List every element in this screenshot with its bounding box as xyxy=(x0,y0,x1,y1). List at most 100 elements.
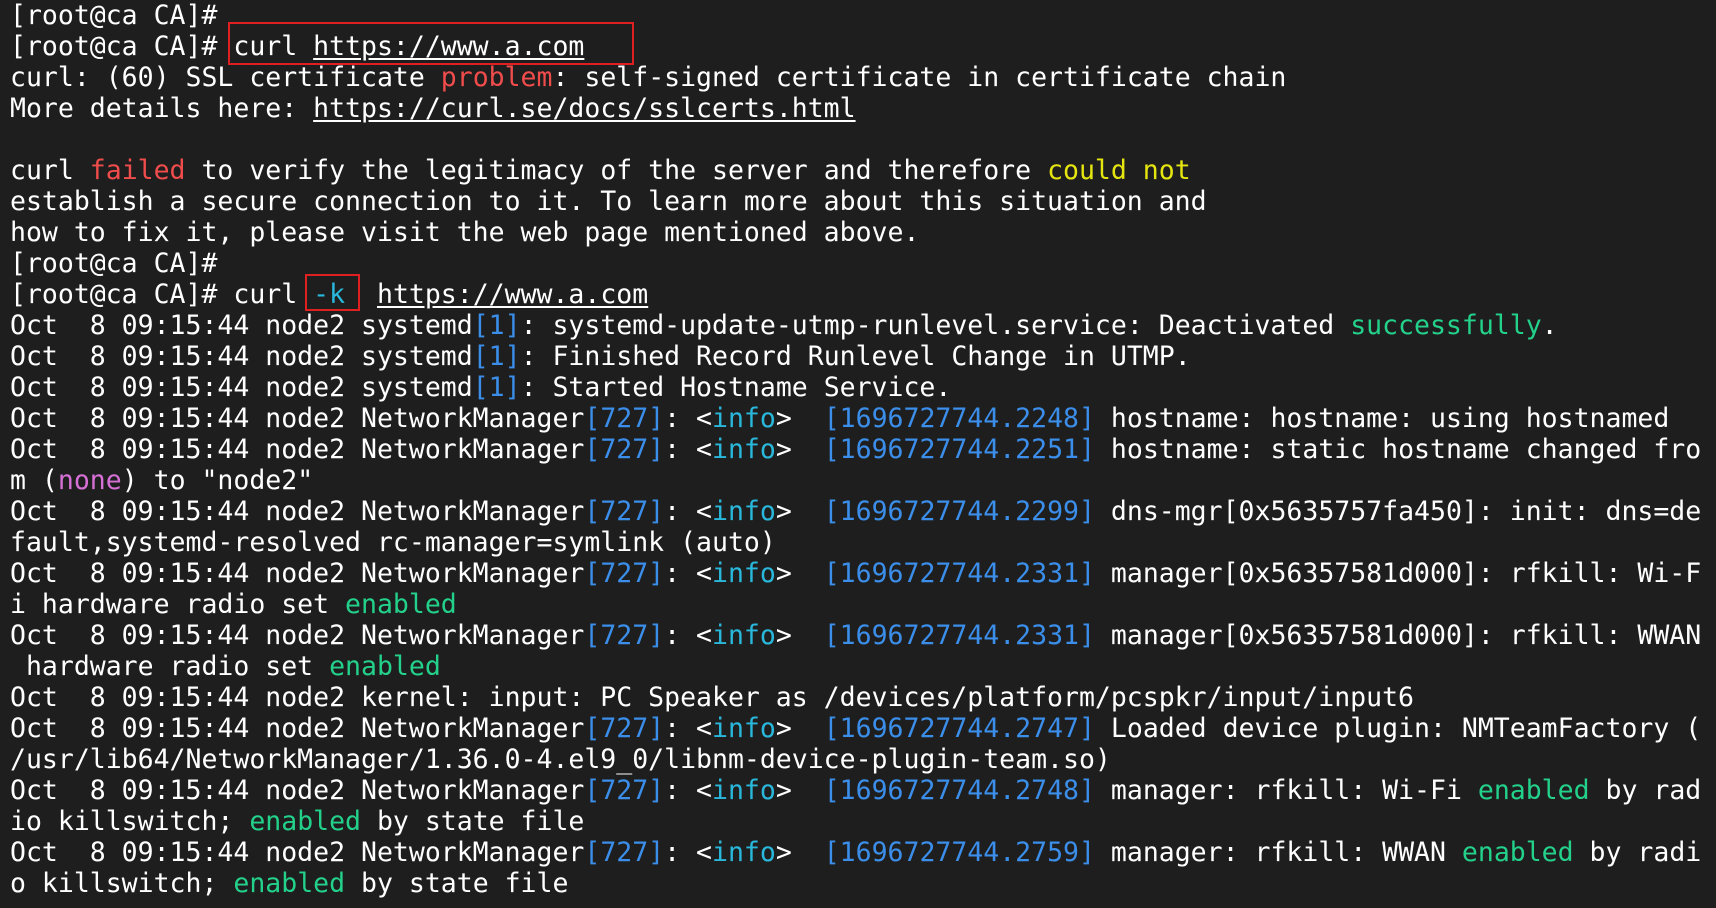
terminal-text-segment: Oct 8 09:15:44 node2 NetworkManager xyxy=(10,620,585,651)
terminal-text-segment: : < xyxy=(664,558,713,589)
terminal-line: io killswitch; enabled by state file xyxy=(10,806,1710,837)
terminal-line: Oct 8 09:15:44 node2 NetworkManager[727]… xyxy=(10,558,1710,589)
terminal-text-segment: to verify the legitimacy of the server a… xyxy=(185,155,1048,186)
terminal-text-segment: [root@ca CA]# curl xyxy=(10,279,314,310)
terminal-line: fault,systemd-resolved rc-manager=symlin… xyxy=(10,527,1710,558)
terminal-text-segment: manager: rfkill: Wi-Fi xyxy=(1094,775,1478,806)
terminal-link[interactable]: https://www.a.com xyxy=(377,279,648,310)
terminal-text-segment: manager[0x56357581d000]: rfkill: Wi-F xyxy=(1094,558,1702,589)
terminal-text-segment: info xyxy=(712,496,776,527)
terminal-text-segment: > xyxy=(775,434,824,465)
terminal-text-segment: [727] xyxy=(584,496,665,527)
terminal-line: Oct 8 09:15:44 node2 NetworkManager[727]… xyxy=(10,713,1710,744)
terminal-text-segment: by state file xyxy=(361,806,585,837)
terminal-line: establish a secure connection to it. To … xyxy=(10,186,1710,217)
terminal-text-segment: Loaded device plugin: NMTeamFactory ( xyxy=(1094,713,1702,744)
terminal-text-segment: none xyxy=(57,465,122,496)
terminal-text-segment: info xyxy=(712,403,776,434)
terminal-text-segment: enabled xyxy=(345,589,457,620)
terminal-line: Oct 8 09:15:44 node2 NetworkManager[727]… xyxy=(10,620,1710,651)
terminal-line: m (none) to "node2" xyxy=(10,465,1710,496)
terminal-text-segment: [727] xyxy=(584,403,665,434)
terminal-text-segment: establish a secure connection to it. To … xyxy=(10,186,1207,217)
terminal-text-segment: info xyxy=(712,558,776,589)
terminal-text-segment: fault,systemd-resolved rc-manager=symlin… xyxy=(10,527,776,558)
terminal-text-segment: [1] xyxy=(472,310,521,341)
terminal-text-segment: [727] xyxy=(584,434,665,465)
terminal-text-segment: curl xyxy=(10,155,90,186)
terminal-text-segment: : < xyxy=(664,713,713,744)
terminal-line: Oct 8 09:15:44 node2 NetworkManager[727]… xyxy=(10,775,1710,806)
highlight-box-k-flag xyxy=(305,274,360,311)
terminal-text-segment: successfully xyxy=(1350,310,1542,341)
terminal-line: Oct 8 09:15:44 node2 NetworkManager[727]… xyxy=(10,837,1710,868)
terminal-text-segment: More details here: xyxy=(10,93,314,124)
terminal-text-segment: : < xyxy=(664,837,713,868)
terminal-text-segment: curl: (60) SSL certificate xyxy=(10,62,441,93)
terminal-line: Oct 8 09:15:44 node2 kernel: input: PC S… xyxy=(10,682,1710,713)
terminal-text-segment: enabled xyxy=(329,651,441,682)
terminal-text-segment: failed xyxy=(89,155,186,186)
terminal-text-segment: [1696727744.2759] xyxy=(823,837,1095,868)
terminal-text-segment: info xyxy=(712,837,776,868)
terminal-text-segment: > xyxy=(775,713,824,744)
terminal-text-segment: : < xyxy=(664,434,713,465)
terminal-text-segment: [1] xyxy=(472,372,521,403)
terminal-text-segment: Oct 8 09:15:44 node2 NetworkManager xyxy=(10,434,585,465)
terminal-text-segment: Oct 8 09:15:44 node2 systemd xyxy=(10,310,473,341)
terminal-text-segment: : < xyxy=(664,496,713,527)
terminal-text-segment: could not xyxy=(1047,155,1191,186)
terminal-text-segment: : Started Hostname Service. xyxy=(520,372,952,403)
terminal-line: /usr/lib64/NetworkManager/1.36.0-4.el9_0… xyxy=(10,744,1710,775)
terminal-text-segment: problem xyxy=(440,62,553,93)
terminal-text-segment: ) to "node2" xyxy=(121,465,314,496)
terminal-text-segment: [root@ca CA]# xyxy=(10,0,218,31)
terminal-text-segment: : Finished Record Runlevel Change in UTM… xyxy=(520,341,1191,372)
terminal-text-segment: [727] xyxy=(584,775,665,806)
terminal-text-segment: manager: rfkill: WWAN xyxy=(1094,837,1462,868)
terminal-text-segment: Oct 8 09:15:44 node2 systemd xyxy=(10,341,473,372)
terminal-text-segment: [1696727744.2747] xyxy=(823,713,1095,744)
terminal-text-segment: by rad xyxy=(1589,775,1702,806)
terminal-text-segment: > xyxy=(775,558,824,589)
terminal-text-segment: . xyxy=(1541,310,1558,341)
terminal-line: Oct 8 09:15:44 node2 systemd[1]: Started… xyxy=(10,372,1710,403)
terminal-line: Oct 8 09:15:44 node2 NetworkManager[727]… xyxy=(10,496,1710,527)
highlight-box-curl-command xyxy=(228,22,634,65)
terminal-text-segment: [727] xyxy=(584,558,665,589)
terminal-text-segment: m ( xyxy=(10,465,58,496)
terminal-text-segment: > xyxy=(775,496,824,527)
terminal-text-segment: o killswitch; xyxy=(10,868,234,899)
terminal-text-segment: : < xyxy=(664,403,713,434)
terminal-text-segment: [1] xyxy=(472,341,521,372)
terminal-text-segment: hostname: hostname: using hostnamed xyxy=(1094,403,1670,434)
terminal-text-segment: Oct 8 09:15:44 node2 NetworkManager xyxy=(10,713,585,744)
terminal-link[interactable]: https://curl.se/docs/sslcerts.html xyxy=(313,93,855,124)
terminal-text-segment: : systemd-update-utmp-runlevel.service: … xyxy=(520,310,1351,341)
terminal-line: o killswitch; enabled by state file xyxy=(10,868,1710,899)
terminal-text-segment: : < xyxy=(664,775,713,806)
terminal-text-segment: [1696727744.2748] xyxy=(823,775,1095,806)
terminal-text-segment: by radi xyxy=(1573,837,1702,868)
terminal-output[interactable]: [root@ca CA]# [root@ca CA]# curl https://… xyxy=(10,0,1710,899)
terminal-text-segment: : self-signed certificate in certificate… xyxy=(552,62,1287,93)
terminal-line: curl failed to verify the legitimacy of … xyxy=(10,155,1710,186)
terminal-text-segment: Oct 8 09:15:44 node2 kernel: input: PC S… xyxy=(10,682,1414,713)
terminal-text-segment: enabled xyxy=(233,868,346,899)
terminal-line: More details here: https://curl.se/docs/… xyxy=(10,93,1710,124)
terminal-text-segment: /usr/lib64/NetworkManager/1.36.0-4.el9_0… xyxy=(10,744,1111,775)
terminal-text-segment: [727] xyxy=(584,713,665,744)
terminal-line: Oct 8 09:15:44 node2 systemd[1]: systemd… xyxy=(10,310,1710,341)
terminal-text-segment: hostname: static hostname changed fro xyxy=(1094,434,1702,465)
terminal-text-segment: dns-mgr[0x5635757fa450]: init: dns=de xyxy=(1094,496,1702,527)
terminal-line: Oct 8 09:15:44 node2 NetworkManager[727]… xyxy=(10,434,1710,465)
terminal-text-segment: hardware radio set xyxy=(10,651,330,682)
terminal-line: Oct 8 09:15:44 node2 NetworkManager[727]… xyxy=(10,403,1710,434)
terminal-text-segment: [root@ca CA]# xyxy=(10,248,218,279)
terminal-line: hardware radio set enabled xyxy=(10,651,1710,682)
terminal-text-segment: [727] xyxy=(584,620,665,651)
terminal-text-segment: [1696727744.2248] xyxy=(823,403,1095,434)
terminal-text-segment: io killswitch; xyxy=(10,806,250,837)
terminal-line: curl: (60) SSL certificate problem: self… xyxy=(10,62,1710,93)
